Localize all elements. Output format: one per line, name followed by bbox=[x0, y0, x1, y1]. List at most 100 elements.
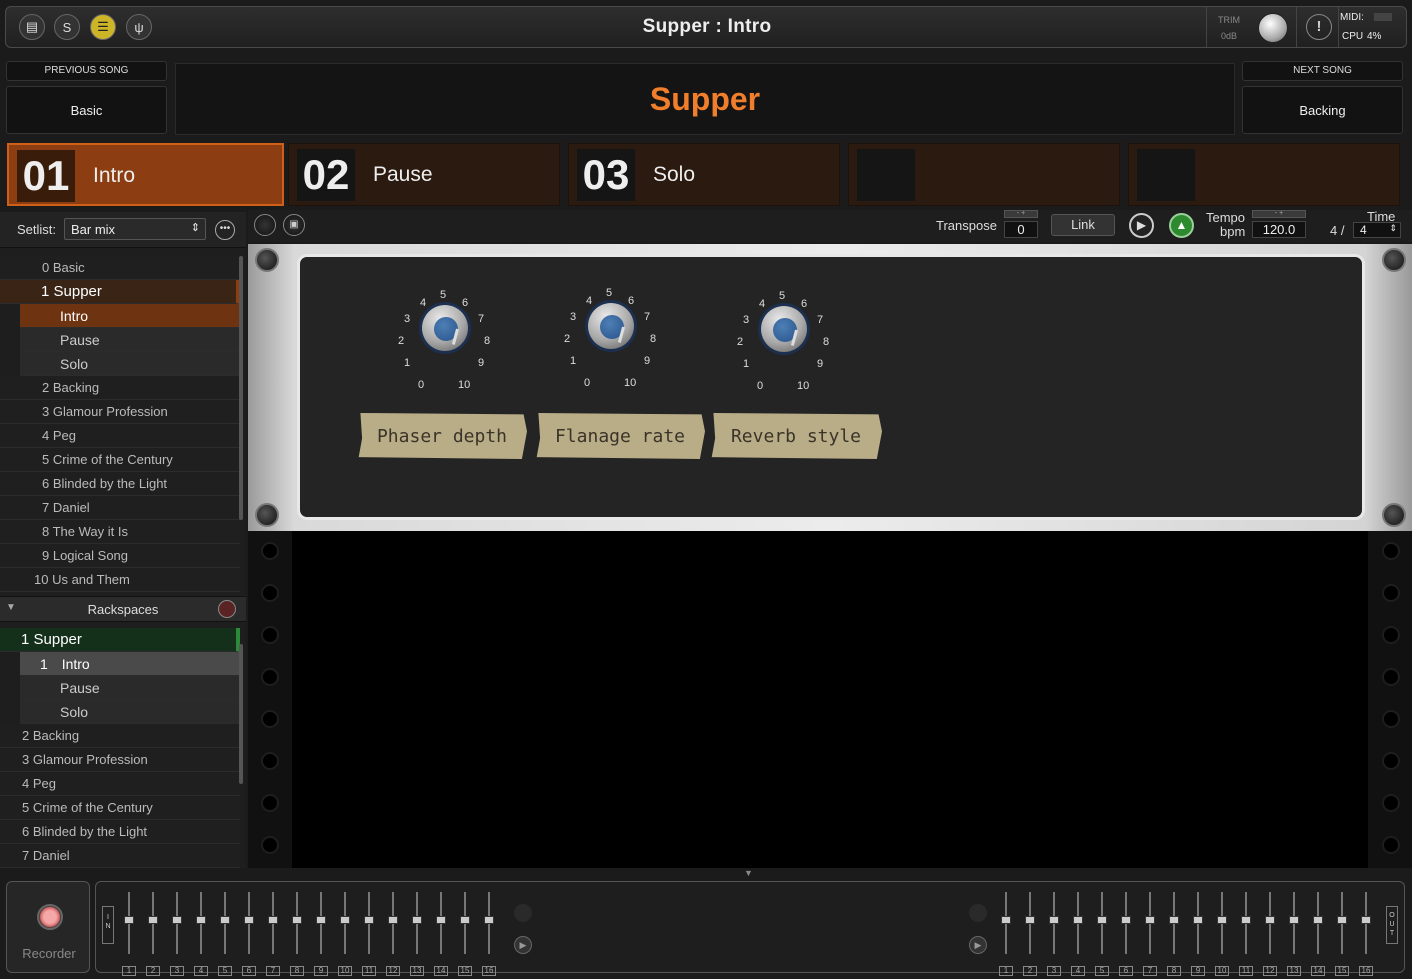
output-fader[interactable] bbox=[1193, 892, 1203, 954]
fader-cap[interactable] bbox=[1121, 916, 1131, 924]
list-item-part[interactable]: Solo bbox=[20, 352, 240, 376]
fader-cap[interactable] bbox=[1289, 916, 1299, 924]
list-item[interactable]: 2 Backing bbox=[0, 724, 240, 748]
output-fader[interactable] bbox=[1049, 892, 1059, 954]
time-denominator-select[interactable]: 4 ⇕ bbox=[1353, 222, 1401, 238]
setlist-select[interactable]: Bar mix ⇕ bbox=[64, 218, 206, 240]
fader-cap[interactable] bbox=[436, 916, 446, 924]
list-item[interactable]: 10 Us and Them bbox=[0, 568, 240, 592]
output-fader[interactable] bbox=[1313, 892, 1323, 954]
knob-reverb-style[interactable]: 0 1 2 3 4 5 6 7 8 9 10 bbox=[729, 280, 839, 392]
output-fader[interactable] bbox=[1289, 892, 1299, 954]
part-button-5[interactable] bbox=[1128, 143, 1400, 206]
input-fader[interactable] bbox=[268, 892, 278, 954]
output-fader[interactable] bbox=[1001, 892, 1011, 954]
fader-cap[interactable] bbox=[1097, 916, 1107, 924]
knob-flanage-rate[interactable]: 0 1 2 3 4 5 6 7 8 9 10 bbox=[556, 277, 666, 389]
list-item-active[interactable]: 1 Supper bbox=[0, 628, 240, 652]
fader-cap[interactable] bbox=[172, 916, 182, 924]
input-fader[interactable] bbox=[412, 892, 422, 954]
fader-cap[interactable] bbox=[1361, 916, 1371, 924]
fader-cap[interactable] bbox=[388, 916, 398, 924]
input-fader[interactable] bbox=[388, 892, 398, 954]
fader-cap[interactable] bbox=[292, 916, 302, 924]
output-fader[interactable] bbox=[1169, 892, 1179, 954]
list-item[interactable]: 0 Basic bbox=[0, 256, 240, 280]
list-item[interactable]: 9 Logical Song bbox=[0, 544, 240, 568]
output-fader[interactable] bbox=[1265, 892, 1275, 954]
play-icon[interactable]: ▶ bbox=[969, 936, 987, 954]
knob-body[interactable] bbox=[422, 305, 468, 351]
fader-cap[interactable] bbox=[484, 916, 494, 924]
transpose-value[interactable]: 0 bbox=[1004, 221, 1038, 238]
fader-cap[interactable] bbox=[316, 916, 326, 924]
output-fader[interactable] bbox=[1145, 892, 1155, 954]
output-fader[interactable] bbox=[1025, 892, 1035, 954]
input-fader[interactable] bbox=[148, 892, 158, 954]
record-button[interactable] bbox=[37, 904, 63, 930]
part-button-3[interactable]: 03 Solo bbox=[568, 143, 840, 206]
transpose-stepper[interactable]: - + bbox=[1004, 210, 1038, 218]
input-fader[interactable] bbox=[316, 892, 326, 954]
output-fader[interactable] bbox=[1361, 892, 1371, 954]
knob-body[interactable] bbox=[588, 303, 634, 349]
list-item[interactable]: 7 Daniel bbox=[0, 496, 240, 520]
fader-cap[interactable] bbox=[1169, 916, 1179, 924]
fader-cap[interactable] bbox=[460, 916, 470, 924]
output-fader[interactable] bbox=[1337, 892, 1347, 954]
knob-body[interactable] bbox=[761, 306, 807, 352]
list-item[interactable]: 6 Blinded by the Light bbox=[0, 820, 240, 844]
fader-cap[interactable] bbox=[1337, 916, 1347, 924]
fader-cap[interactable] bbox=[196, 916, 206, 924]
link-button[interactable]: Link bbox=[1051, 214, 1115, 236]
input-fader[interactable] bbox=[292, 892, 302, 954]
fader-cap[interactable] bbox=[124, 916, 134, 924]
input-fader[interactable] bbox=[460, 892, 470, 954]
fader-cap[interactable] bbox=[1049, 916, 1059, 924]
previous-song-button[interactable]: Basic bbox=[6, 86, 167, 134]
part-button-2[interactable]: 02 Pause bbox=[288, 143, 560, 206]
record-icon[interactable] bbox=[218, 600, 236, 618]
fader-cap[interactable] bbox=[268, 916, 278, 924]
fader-cap[interactable] bbox=[1001, 916, 1011, 924]
list-item[interactable]: 8 The Way it Is bbox=[0, 520, 240, 544]
trim-knob[interactable] bbox=[1258, 13, 1288, 43]
input-fader[interactable] bbox=[124, 892, 134, 954]
save-icon[interactable]: ▣ bbox=[283, 214, 305, 236]
fader-cap[interactable] bbox=[1313, 916, 1323, 924]
warning-icon[interactable]: ! bbox=[1306, 14, 1332, 40]
input-fader[interactable] bbox=[484, 892, 494, 954]
output-fader[interactable] bbox=[1097, 892, 1107, 954]
metronome-icon[interactable]: ▲ bbox=[1169, 213, 1194, 238]
fader-cap[interactable] bbox=[340, 916, 350, 924]
input-fader[interactable] bbox=[364, 892, 374, 954]
list-item-part[interactable]: Pause bbox=[20, 676, 240, 700]
output-fader[interactable] bbox=[1217, 892, 1227, 954]
list-item[interactable]: 5 Crime of the Century bbox=[0, 796, 240, 820]
play-icon[interactable]: ▶ bbox=[1129, 213, 1154, 238]
scrollbar[interactable] bbox=[239, 256, 243, 520]
list-item-part[interactable]: Solo bbox=[20, 700, 240, 724]
tempo-stepper[interactable]: - + bbox=[1252, 210, 1306, 218]
list-item[interactable]: 7 Daniel bbox=[0, 844, 240, 868]
fader-cap[interactable] bbox=[244, 916, 254, 924]
fader-cap[interactable] bbox=[412, 916, 422, 924]
fader-cap[interactable] bbox=[364, 916, 374, 924]
list-item[interactable]: 4 Peg bbox=[0, 424, 240, 448]
list-item-part-active[interactable]: Intro bbox=[20, 304, 240, 328]
output-fader[interactable] bbox=[1073, 892, 1083, 954]
output-fader[interactable] bbox=[1241, 892, 1251, 954]
more-icon[interactable]: ••• bbox=[215, 220, 235, 240]
output-fader[interactable] bbox=[1121, 892, 1131, 954]
fader-cap[interactable] bbox=[1145, 916, 1155, 924]
fader-cap[interactable] bbox=[1073, 916, 1083, 924]
input-fader[interactable] bbox=[436, 892, 446, 954]
fader-cap[interactable] bbox=[220, 916, 230, 924]
input-fader[interactable] bbox=[244, 892, 254, 954]
fader-cap[interactable] bbox=[1217, 916, 1227, 924]
part-button-4[interactable] bbox=[848, 143, 1120, 206]
list-item-part[interactable]: Pause bbox=[20, 328, 240, 352]
input-fader[interactable] bbox=[196, 892, 206, 954]
list-item-active[interactable]: 1 Supper bbox=[0, 280, 240, 304]
bpm-value[interactable]: 120.0 bbox=[1252, 221, 1306, 238]
